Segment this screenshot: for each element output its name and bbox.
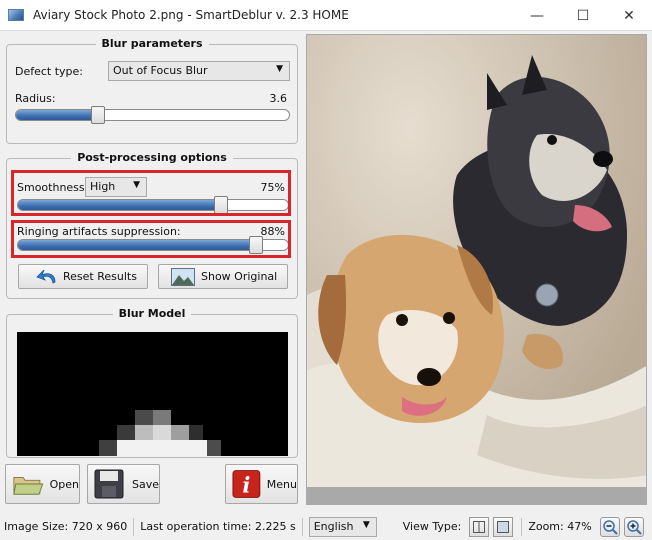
blur-model-group: Blur Model <box>6 307 298 458</box>
minimize-button[interactable]: — <box>514 0 560 31</box>
blur-model-preview <box>17 332 288 456</box>
radius-value: 3.6 <box>269 92 288 105</box>
blur-kernel-pixel <box>153 425 171 440</box>
blur-kernel-pixel <box>135 425 153 440</box>
blur-parameters-title: Blur parameters <box>95 37 209 50</box>
menu-button[interactable]: i Menu <box>225 464 298 504</box>
radius-slider-fill <box>16 110 98 120</box>
maximize-button[interactable]: ☐ <box>560 0 606 31</box>
radius-slider[interactable] <box>15 109 290 121</box>
smoothness-highlight <box>11 170 291 216</box>
zoom-text: Zoom: 47% <box>528 520 592 533</box>
chevron-down-icon: ▼ <box>276 64 283 74</box>
image-size-text: Image Size: 720 x 960 <box>4 520 128 533</box>
split-view-icon <box>473 520 486 533</box>
blur-kernel-pixel <box>171 425 189 440</box>
reset-results-button[interactable]: Reset Results <box>18 264 148 289</box>
status-bar: Image Size: 720 x 960 Last operation tim… <box>0 513 652 540</box>
blur-kernel-pixel <box>153 410 171 425</box>
single-view-icon <box>497 520 510 533</box>
undo-arrow-icon <box>36 269 56 284</box>
defect-type-label: Defect type: <box>15 65 84 78</box>
status-divider <box>133 517 135 536</box>
save-button[interactable]: Save <box>87 464 160 504</box>
save-label: Save <box>131 477 159 491</box>
blur-kernel-pixel <box>117 425 135 440</box>
show-original-label: Show Original <box>201 270 278 283</box>
landscape-photo-icon <box>171 267 195 286</box>
floppy-disk-icon <box>94 469 124 499</box>
dogs-photo <box>307 35 646 504</box>
title-bar: Aviary Stock Photo 2.png - SmartDeblur v… <box>0 0 652 31</box>
status-divider <box>301 517 303 536</box>
window-title: Aviary Stock Photo 2.png - SmartDeblur v… <box>33 8 349 22</box>
image-preview[interactable] <box>306 34 647 505</box>
zoom-in-icon <box>626 519 642 535</box>
status-divider <box>521 517 523 536</box>
blur-kernel-pixel <box>117 440 207 456</box>
app-icon <box>8 9 24 21</box>
ringing-highlight <box>11 220 291 258</box>
close-button[interactable]: ✕ <box>606 0 652 31</box>
chevron-down-icon: ▼ <box>362 519 370 530</box>
show-original-button[interactable]: Show Original <box>158 264 288 289</box>
open-label: Open <box>49 477 79 491</box>
blur-kernel-pixel <box>207 440 221 456</box>
info-icon: i <box>232 470 261 498</box>
open-button[interactable]: Open <box>5 464 80 504</box>
single-view-button[interactable] <box>493 516 514 537</box>
blur-kernel-pixel <box>99 440 117 456</box>
open-folder-icon <box>13 477 44 495</box>
zoom-out-button[interactable] <box>599 516 620 537</box>
language-dropdown[interactable]: English ▼ <box>308 516 377 537</box>
svg-text:i: i <box>242 473 250 498</box>
defect-type-dropdown[interactable]: Out of Focus Blur ▼ <box>108 61 290 81</box>
blur-model-title: Blur Model <box>112 307 192 320</box>
language-value: English <box>313 519 354 533</box>
defect-type-value: Out of Focus Blur <box>113 64 208 77</box>
blur-parameters-group: Blur parameters Defect type: Out of Focu… <box>6 37 298 144</box>
radius-slider-thumb[interactable] <box>90 106 105 124</box>
last-operation-text: Last operation time: 2.225 s <box>140 520 296 533</box>
zoom-out-icon <box>602 519 618 535</box>
zoom-in-button[interactable] <box>623 516 644 537</box>
blur-kernel-pixel <box>189 425 203 440</box>
view-type-label: View Type: <box>402 520 462 533</box>
post-processing-title: Post-processing options <box>71 151 233 164</box>
menu-label: Menu <box>266 477 297 491</box>
radius-label: Radius: <box>15 92 56 105</box>
split-view-button[interactable] <box>469 516 490 537</box>
reset-results-label: Reset Results <box>63 270 137 283</box>
